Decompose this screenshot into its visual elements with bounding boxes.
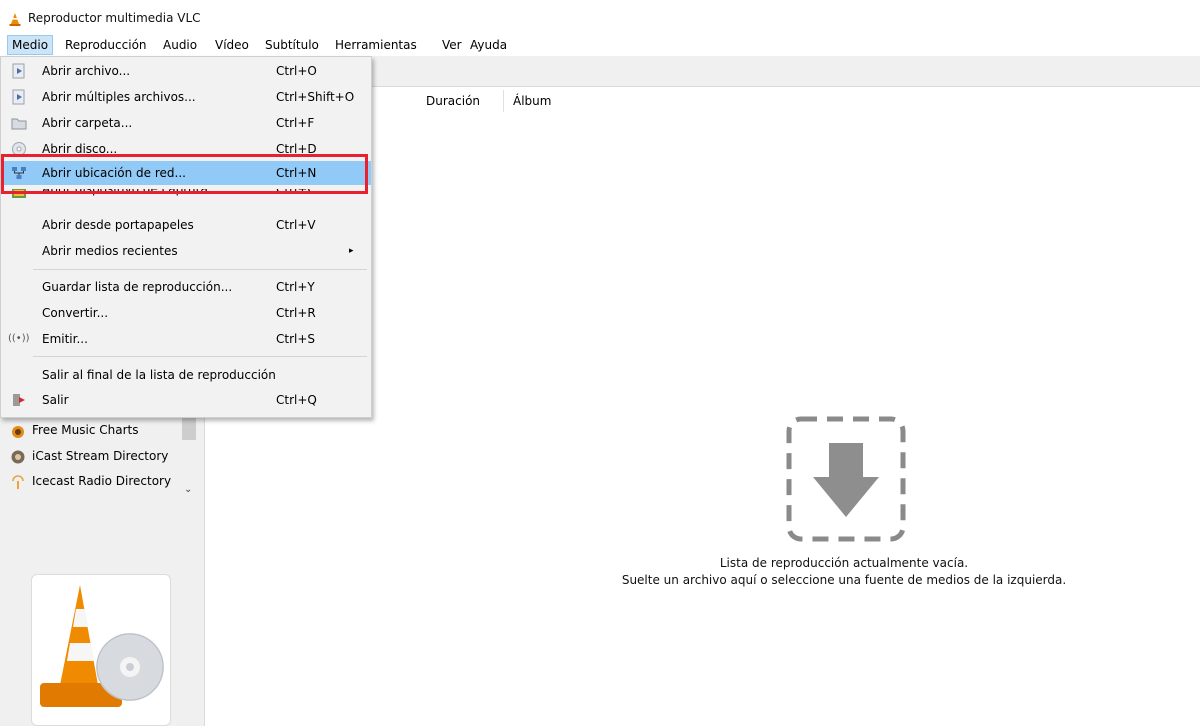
menu-separator	[33, 356, 367, 357]
medio-dropdown-menu: Abrir archivo... Ctrl+O Abrir múltiples …	[0, 56, 372, 418]
play-file-icon	[12, 63, 25, 79]
menu-item-open-file[interactable]: Abrir archivo... Ctrl+O	[1, 59, 371, 83]
column-header-duration[interactable]: Duración	[426, 92, 480, 110]
play-file-icon	[12, 89, 25, 105]
sidebar-item-label: Free Music Charts	[32, 423, 139, 437]
folder-icon	[11, 118, 27, 130]
capture-device-icon	[12, 189, 26, 198]
vlc-logo-icon	[40, 585, 164, 707]
drop-arrow-icon	[786, 416, 906, 542]
submenu-arrow-icon: ▸	[349, 246, 354, 256]
icecast-icon	[12, 474, 24, 489]
menu-item-quit[interactable]: Salir Ctrl+Q	[1, 388, 371, 412]
network-icon	[12, 167, 26, 179]
menu-item-quit-at-end[interactable]: Salir al final de la lista de reproducci…	[1, 363, 371, 387]
icast-icon	[11, 450, 25, 463]
empty-playlist-line-2: Suelte un archivo aquí o seleccione una …	[621, 573, 1067, 587]
menu-subtitulo[interactable]: Subtítulo	[261, 36, 323, 54]
menu-reproduccion[interactable]: Reproducción	[61, 36, 151, 54]
menu-item-open-folder[interactable]: Abrir carpeta... Ctrl+F	[1, 111, 371, 135]
menu-item-open-multiple[interactable]: Abrir múltiples archivos... Ctrl+Shift+O	[1, 85, 371, 109]
column-divider[interactable]	[503, 90, 504, 112]
menu-herramientas[interactable]: Herramientas	[331, 36, 421, 54]
sidebar-item-icecast[interactable]: Icecast Radio Directory	[10, 470, 171, 492]
menu-item-open-clipboard[interactable]: Abrir desde portapapeles Ctrl+V	[1, 213, 371, 237]
menu-item-stream[interactable]: ((•)) Emitir... Ctrl+S	[1, 327, 371, 351]
sidebar-item-label: iCast Stream Directory	[32, 449, 169, 463]
sidebar-item-label: Icecast Radio Directory	[32, 474, 172, 488]
sidebar-scrollbar[interactable]: ⌄	[181, 412, 197, 504]
menu-item-save-playlist[interactable]: Guardar lista de reproducción... Ctrl+Y	[1, 275, 371, 299]
menu-item-open-network[interactable]: Abrir ubicación de red... Ctrl+N	[1, 161, 371, 185]
menu-audio[interactable]: Audio	[159, 36, 201, 54]
menu-item-open-disc[interactable]: Abrir disco... Ctrl+D	[1, 137, 371, 161]
album-art-box	[31, 574, 171, 726]
column-header-album[interactable]: Álbum	[513, 92, 551, 110]
menu-item-convert[interactable]: Convertir... Ctrl+R	[1, 301, 371, 325]
vlc-cone-icon	[9, 13, 21, 26]
menu-item-open-capture[interactable]: Abrir dispositivo de captura... Ctrl+C	[1, 189, 371, 201]
menu-medio[interactable]: Medio	[7, 35, 54, 55]
menu-ayuda[interactable]: Ayuda	[466, 36, 511, 54]
window-title: Reproductor multimedia VLC	[28, 11, 201, 25]
chevron-down-icon[interactable]: ⌄	[184, 484, 192, 495]
sidebar-item-icast[interactable]: iCast Stream Directory	[10, 445, 168, 467]
sidebar-item-partial[interactable]	[10, 494, 130, 500]
exit-icon	[13, 394, 25, 406]
sidebar-item-free-music-charts[interactable]: Free Music Charts	[10, 419, 138, 441]
title-bar: Reproductor multimedia VLC	[0, 0, 1200, 34]
disc-icon	[12, 142, 26, 156]
menu-video[interactable]: Vídeo	[211, 36, 253, 54]
menu-separator	[33, 269, 367, 270]
menu-item-recent-media[interactable]: Abrir medios recientes ▸	[1, 239, 371, 263]
empty-playlist-line-1: Lista de reproducción actualmente vacía.	[719, 556, 969, 570]
menu-ver[interactable]: Ver	[438, 36, 466, 54]
music-charts-icon	[12, 425, 24, 438]
stream-icon: ((•))	[8, 333, 30, 344]
menu-bar: Medio Reproducción Audio Vídeo Subtítulo…	[0, 34, 1200, 56]
